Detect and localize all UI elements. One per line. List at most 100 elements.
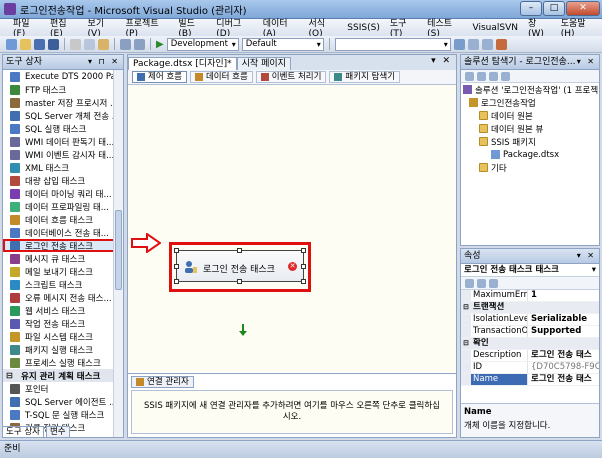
toolbox-item[interactable]: SQL 실행 태스크 bbox=[3, 122, 115, 135]
panel-controls[interactable]: ▾ ✕ bbox=[577, 55, 596, 69]
toolbox-item[interactable]: 웹 서비스 태스크 bbox=[3, 304, 115, 317]
document-controls[interactable]: ▾ ✕ bbox=[431, 56, 452, 66]
toolbox-item[interactable]: 메시지 큐 태스크 bbox=[3, 252, 115, 265]
properties-icon[interactable] bbox=[465, 71, 474, 81]
paste-icon[interactable] bbox=[98, 38, 109, 50]
toolbox-item[interactable]: SQL Server 에이전트 ... bbox=[3, 395, 115, 408]
left-panel-tabs: 도구 상자 변수 bbox=[2, 426, 124, 438]
property-row[interactable]: Description 로그인 전송 태스 bbox=[461, 350, 599, 362]
solution-explorer-icon[interactable] bbox=[467, 38, 479, 50]
toolbox-item[interactable]: WMI 데이터 판독기 태... bbox=[3, 135, 115, 148]
task-icon bbox=[10, 409, 20, 420]
toolbox-item[interactable]: 스크립트 태스크 bbox=[3, 278, 115, 291]
redo-icon[interactable] bbox=[134, 38, 145, 50]
toolbox-item[interactable]: FTP 태스크 bbox=[3, 83, 115, 96]
task-icon bbox=[10, 383, 20, 394]
tree-item[interactable]: 데이터 원본 bbox=[461, 109, 599, 122]
solution-tree: 솔루션 '로그인전송작업' (1 프로젝 로그인전송작업 데이터 원본 데이터 원본 … bbox=[461, 83, 599, 174]
tree-item[interactable]: Package.dtsx bbox=[461, 148, 599, 161]
toolbox-item[interactable]: Execute DTS 2000 Pac... bbox=[3, 70, 115, 83]
panel-controls[interactable]: ▾ ✕ bbox=[577, 249, 596, 263]
toolbox-item[interactable]: SQL Server 개체 전송 ... bbox=[3, 109, 115, 122]
document-tab[interactable]: 시작 페이지 bbox=[236, 57, 291, 70]
property-row[interactable]: ID {D70C5798-F9C bbox=[461, 362, 599, 374]
property-row[interactable]: Name 로그인 전송 태스 bbox=[461, 374, 599, 386]
show-all-files-icon[interactable] bbox=[477, 71, 486, 81]
toolbox-item[interactable]: 메일 보내기 태스크 bbox=[3, 265, 115, 278]
cut-icon[interactable] bbox=[70, 38, 81, 50]
designer-tab[interactable]: 제어 흐름 bbox=[132, 71, 187, 83]
property-row[interactable]: TransactionOptSupported bbox=[461, 326, 599, 338]
toolbox-item[interactable]: 로그인 전송 태스크 bbox=[3, 239, 115, 252]
connection-manager-pane: 연결 관리자 SSIS 패키지에 새 연결 관리자를 추가하려면 여기를 마우스… bbox=[128, 373, 456, 437]
document-tab[interactable]: Package.dtsx [디자인]* bbox=[128, 57, 237, 70]
menu-item[interactable]: VisualSVN bbox=[467, 23, 522, 33]
menu-item[interactable]: SSIS(S) bbox=[342, 23, 385, 33]
close-button[interactable]: ✕ bbox=[566, 1, 600, 16]
designer-tab[interactable]: 패키지 탐색기 bbox=[329, 71, 401, 83]
view-designer-icon[interactable] bbox=[501, 71, 510, 81]
property-row[interactable]: IsolationLevel Serializable bbox=[461, 314, 599, 326]
panel-tab[interactable]: 도구 상자 bbox=[2, 426, 44, 438]
toolbox-item[interactable]: 데이터 프로파일링 태... bbox=[3, 200, 115, 213]
toolbox-item[interactable]: 오류 메시지 전송 태스... bbox=[3, 291, 115, 304]
copy-icon[interactable] bbox=[84, 38, 95, 50]
save-icon[interactable] bbox=[34, 38, 45, 50]
property-row[interactable]: MaximumErron1 bbox=[461, 290, 599, 302]
toolbox-icon[interactable] bbox=[495, 38, 507, 50]
open-file-icon[interactable] bbox=[20, 38, 31, 50]
start-debug-icon[interactable]: ▶ bbox=[156, 39, 164, 50]
toolbox-item[interactable]: 데이터베이스 전송 태... bbox=[3, 226, 115, 239]
toolbox-scrollbar[interactable] bbox=[113, 70, 123, 437]
save-all-icon[interactable] bbox=[48, 38, 59, 50]
highlight-outline: 로그인 전송 태스크 ✕ bbox=[169, 242, 311, 292]
toolbox-item[interactable]: 프로세스 실행 태스크 bbox=[3, 356, 115, 369]
find-icon[interactable] bbox=[453, 38, 465, 50]
undo-icon[interactable] bbox=[120, 38, 131, 50]
tree-item[interactable]: 로그인전송작업 bbox=[461, 96, 599, 109]
toolbox-item[interactable]: 패키지 실행 태스크 bbox=[3, 343, 115, 356]
property-category[interactable]: ⊟ 확인 bbox=[461, 338, 599, 350]
toolbox-item[interactable]: T-SQL 문 실행 태스크 bbox=[3, 408, 115, 421]
properties-window-icon[interactable] bbox=[481, 38, 493, 50]
toolbox-item[interactable]: XML 태스크 bbox=[3, 161, 115, 174]
toolbox-item[interactable]: 데이터 흐름 태스크 bbox=[3, 213, 115, 226]
property-pages-icon[interactable] bbox=[489, 278, 498, 288]
connection-manager-area[interactable]: SSIS 패키지에 새 연결 관리자를 추가하려면 여기를 마우스 오른쪽 단추… bbox=[131, 390, 453, 434]
control-flow-canvas[interactable]: 로그인 전송 태스크 ✕ bbox=[128, 85, 456, 372]
maximize-button[interactable]: □ bbox=[543, 1, 565, 16]
window-title: 로그인전송작업 - Microsoft Visual Studio (관리자) bbox=[20, 5, 247, 17]
tree-item[interactable]: 기타 bbox=[461, 161, 599, 174]
toolbox-item[interactable]: 파일 시스템 태스크 bbox=[3, 330, 115, 343]
tree-item[interactable]: 데이터 원본 뷰 bbox=[461, 122, 599, 135]
standard-toolbar: ▶ Development Default bbox=[0, 36, 602, 53]
toolbox-item[interactable]: 대량 삽입 태스크 bbox=[3, 174, 115, 187]
login-transfer-task[interactable]: 로그인 전송 태스크 ✕ bbox=[174, 248, 306, 284]
minimize-button[interactable]: – bbox=[520, 1, 542, 16]
panel-controls[interactable]: ▾ ⊓ ✕ bbox=[88, 55, 120, 69]
pointer-arrow-icon bbox=[131, 233, 161, 253]
refresh-icon[interactable] bbox=[489, 71, 498, 81]
object-selector[interactable]: 로그인 전송 태스크 태스크 bbox=[461, 264, 599, 277]
alphabetical-icon[interactable] bbox=[477, 278, 486, 288]
categorized-icon[interactable] bbox=[465, 278, 474, 288]
connection-manager-tab[interactable]: 연결 관리자 bbox=[131, 376, 194, 388]
tree-item[interactable]: SSIS 패키지 bbox=[461, 135, 599, 148]
tree-item[interactable]: 솔루션 '로그인전송작업' (1 프로젝 bbox=[461, 83, 599, 96]
properties-header: 속성 ▾ ✕ bbox=[461, 249, 599, 264]
toolbox-item[interactable]: 데이터 마이닝 쿼리 태... bbox=[3, 187, 115, 200]
toolbox-item[interactable]: master 저장 프로시저 ... bbox=[3, 96, 115, 109]
designer-tab[interactable]: 데이터 흐름 bbox=[189, 71, 253, 83]
find-combo[interactable] bbox=[334, 37, 451, 51]
toolbox-group-header[interactable]: ⊟ 유지 관리 계획 태스크 bbox=[3, 369, 115, 382]
property-category[interactable]: ⊟ 트랜잭션 bbox=[461, 302, 599, 314]
platform-combo[interactable]: Default bbox=[241, 37, 324, 51]
panel-tab[interactable]: 변수 bbox=[45, 426, 70, 438]
toolbox-item[interactable]: 포인터 bbox=[3, 382, 115, 395]
toolbox-item[interactable]: WMI 이벤트 감시자 태... bbox=[3, 148, 115, 161]
configuration-combo[interactable]: Development bbox=[166, 37, 239, 51]
toolbox-item[interactable]: 작업 전송 태스크 bbox=[3, 317, 115, 330]
new-project-icon[interactable] bbox=[6, 38, 17, 50]
package-designer: Package.dtsx [디자인]* 시작 페이지 ▾ ✕ 제어 흐름 데이터 흐름… bbox=[127, 54, 457, 438]
designer-tab[interactable]: 이벤트 처리기 bbox=[255, 71, 327, 83]
